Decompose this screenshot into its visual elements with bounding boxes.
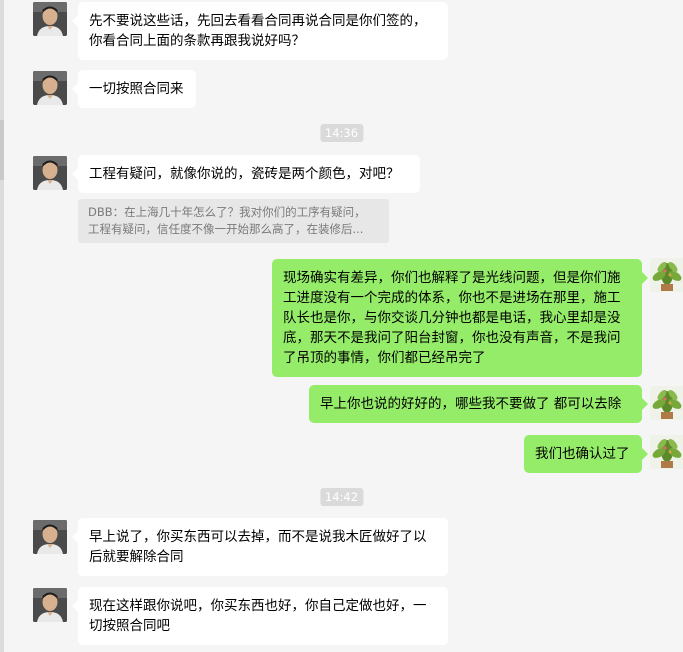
avatar-plant-icon[interactable]	[650, 386, 683, 420]
message-line: 后就要解除合同	[89, 549, 184, 565]
message-incoming[interactable]: 先不要说这些话，先回去看看合同再说合同是你们签的， 你看合同上面的条款再跟我说好…	[72, 2, 448, 60]
message-incoming[interactable]: 工程有疑问，就像你说的，瓷砖是两个颜色，对吧？	[72, 155, 420, 193]
message-line: 一切按照合同来	[89, 81, 184, 97]
scroll-marker	[0, 120, 4, 180]
avatar-plant-icon[interactable]	[650, 258, 683, 292]
window-edge	[0, 0, 4, 652]
avatar-plant-icon[interactable]	[650, 435, 683, 469]
message-line: 你看合同上面的条款再跟我说好吗？	[89, 33, 305, 49]
message-line: 我们也确认过了	[535, 446, 630, 462]
message-incoming[interactable]: 一切按照合同来	[72, 70, 196, 108]
avatar-person-icon[interactable]	[33, 2, 67, 36]
message-incoming[interactable]: 早上说了，你买东西可以去掉，而不是说我木匠做好了以 后就要解除合同	[72, 518, 448, 576]
avatar-person-icon[interactable]	[33, 520, 67, 554]
message-line: 队长也是你，与你交谈几分钟也都是电话，我心里却是没	[283, 310, 621, 326]
message-line: 先不要说这些话，先回去看看合同再说合同是你们签的，	[89, 13, 427, 29]
message-line: 工程有疑问，就像你说的，瓷砖是两个颜色，对吧？	[89, 166, 400, 182]
timestamp: 14:36	[319, 124, 364, 142]
message-line: 现在这样跟你说吧，你买东西也好，你自己定做也好，一	[89, 598, 427, 614]
message-line: 早上说了，你买东西可以去掉，而不是说我木匠做好了以	[89, 529, 427, 545]
avatar-person-icon[interactable]	[33, 588, 67, 622]
message-incoming[interactable]: 现在这样跟你说吧，你买东西也好，你自己定做也好，一 切按照合同吧	[72, 587, 448, 645]
message-line: 底，那天不是我问了阳台封窗，你也没有声音，不是我问	[283, 330, 621, 346]
message-line: 现场确实有差异，你们也解释了是光线问题，但是你们施	[283, 270, 621, 286]
quote-line: 工程有疑问，信任度不像一开始那么高了，在装修后...	[88, 222, 364, 236]
message-line: 工进度没有一个完成的体系，你也不是进场在那里，施工	[283, 290, 621, 306]
timestamp: 14:42	[319, 488, 364, 506]
message-line: 切按照合同吧	[89, 618, 170, 634]
message-outgoing[interactable]: 早上你也说的好好的，哪些我不要做了 都可以去除	[309, 385, 648, 423]
message-outgoing[interactable]: 现场确实有差异，你们也解释了是光线问题，但是你们施 工进度没有一个完成的体系，你…	[272, 259, 648, 377]
quoted-message[interactable]: DBB：在上海几十年怎么了？我对你们的工序有疑问， 工程有疑问，信任度不像一开始…	[78, 199, 389, 243]
avatar-person-icon[interactable]	[33, 156, 67, 190]
message-line: 了吊顶的事情，你们都已经吊完了	[283, 350, 486, 366]
message-line: 早上你也说的好好的，哪些我不要做了 都可以去除	[320, 396, 622, 412]
message-outgoing[interactable]: 我们也确认过了	[524, 435, 648, 473]
quote-line: DBB：在上海几十年怎么了？我对你们的工序有疑问，	[88, 205, 366, 219]
avatar-person-icon[interactable]	[33, 71, 67, 105]
